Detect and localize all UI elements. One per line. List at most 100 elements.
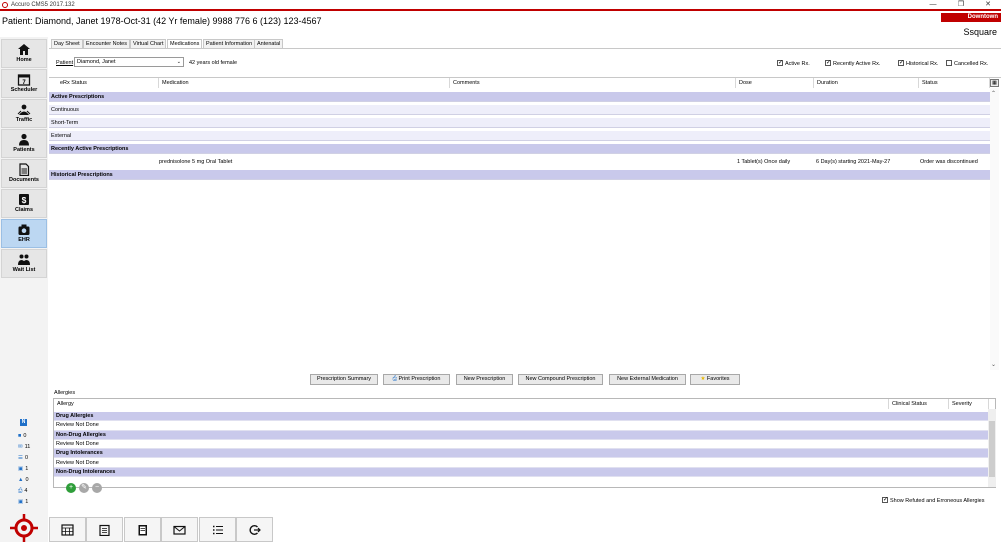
bottom-toolbar [49, 517, 275, 542]
show-refuted-allergies[interactable]: Show Refuted and Erroneous Allergies [882, 496, 985, 504]
allergies-section-label: Allergies [54, 390, 76, 396]
column-chooser-icon[interactable]: ▦ [990, 79, 999, 87]
minimize-icon[interactable]: — [920, 0, 946, 10]
stat-chat[interactable]: ▣ 1 [18, 499, 28, 505]
messages-button[interactable] [161, 517, 198, 542]
new-compound-prescription-button[interactable]: New Compound Prescription [518, 374, 603, 385]
accuro-logo [10, 514, 38, 542]
stat-value: 0 [25, 477, 29, 483]
document-icon: ▣ [18, 466, 24, 472]
scrollbar-thumb[interactable] [989, 421, 995, 477]
prescriptions-scrollbar[interactable]: ⌃ ⌄ [990, 88, 999, 370]
checklist-button[interactable] [199, 517, 236, 542]
nav-ehr[interactable]: EHR [1, 219, 47, 248]
remove-allergy-icon[interactable]: − [92, 483, 102, 493]
patient-banner: Patient: Diamond, Janet 1978-Oct-31 (42 … [2, 16, 322, 26]
group-active-prescriptions[interactable]: Active Prescriptions [49, 92, 990, 102]
nav-label: Traffic [15, 117, 33, 123]
nav-documents[interactable]: Documents [1, 159, 47, 188]
checkbox[interactable] [777, 59, 783, 66]
filter-active-rx[interactable]: Active Rx. [777, 59, 810, 67]
clipboard-button[interactable] [86, 517, 123, 542]
allergies-scrollbar[interactable] [988, 409, 996, 487]
add-allergy-icon[interactable]: + [66, 483, 76, 493]
stat-list[interactable]: ☰ 0 [18, 455, 28, 461]
filter-recently-active-rx[interactable]: Recently Active Rx. [825, 59, 880, 67]
calendar-grid-icon [61, 524, 74, 536]
group-historical-prescriptions[interactable]: Historical Prescriptions [49, 170, 990, 180]
stat-lab[interactable]: ▲ 0 [18, 477, 29, 483]
group-continuous[interactable]: Continuous [49, 105, 990, 115]
checkbox[interactable] [898, 59, 904, 66]
lab-icon: ▲ [18, 477, 24, 483]
calendar-grid-button[interactable] [49, 517, 86, 542]
camera-icon [18, 224, 30, 235]
stat-value: 1 [25, 499, 29, 505]
document-icon [19, 163, 30, 176]
restore-icon[interactable]: ❒ [948, 0, 974, 10]
checkbox[interactable] [882, 496, 888, 503]
nav-scheduler[interactable]: 7 Scheduler [1, 69, 47, 98]
stat-documents[interactable]: ▣ 1 [18, 466, 28, 472]
nav-home[interactable]: Home [1, 39, 47, 68]
button-label: Favorites [706, 376, 730, 382]
current-user: Ssquare [963, 27, 997, 37]
allergies-grid: Allergy Clinical Status Severity Drug Al… [53, 398, 996, 488]
allergy-group-drug-intolerances[interactable]: Drug Intolerances [54, 449, 988, 459]
allergy-review-status[interactable]: Review Not Done [54, 421, 988, 431]
favorites-button[interactable]: ★ Favorites [690, 374, 740, 385]
checkbox-label: Show Refuted and Erroneous Allergies [890, 498, 985, 504]
allergy-group-non-drug-allergies[interactable]: Non-Drug Allergies [54, 430, 988, 440]
column-header-comments[interactable]: Comments [450, 78, 736, 88]
clipboard-icon [99, 524, 110, 536]
chevron-down-icon: ⌄ [176, 59, 181, 65]
patient-select[interactable]: Diamond, Janet ⌄ [74, 57, 184, 67]
notebook-icon [138, 525, 147, 536]
filter-cancelled-rx[interactable]: Cancelled Rx. [946, 60, 988, 67]
allergy-group-drug-allergies[interactable]: Drug Allergies [54, 412, 988, 422]
stat-tasks[interactable]: ■ 0 [18, 433, 26, 439]
scroll-down-icon[interactable]: ⌄ [991, 361, 996, 368]
new-external-medication-button[interactable]: New External Medication [609, 374, 686, 385]
column-header-severity[interactable]: Severity [949, 399, 989, 409]
allergy-review-status[interactable]: Review Not Done [54, 458, 988, 468]
nav-claims[interactable]: $ Claims [1, 189, 47, 218]
column-header-medication[interactable]: Medication [159, 78, 450, 88]
prescription-row[interactable]: prednisolone 5 mg Oral Tablet 1 Tablet(s… [49, 157, 990, 167]
dollar-icon: $ [19, 194, 29, 205]
checkbox[interactable] [946, 60, 952, 66]
column-header-status[interactable]: Status [919, 78, 990, 88]
checkbox[interactable] [825, 59, 831, 66]
stat-printer[interactable]: ⎙ 4 [18, 488, 27, 495]
stat-mail[interactable]: ✉ 11 [18, 444, 30, 450]
button-label: Print Prescription [398, 376, 441, 382]
scroll-up-icon[interactable]: ⌃ [991, 90, 996, 97]
printer-icon: ⎙ [18, 488, 23, 494]
column-header-erx-status[interactable]: eRx Status [49, 78, 159, 88]
column-header-duration[interactable]: Duration [814, 78, 919, 88]
allergy-review-status[interactable]: Review Not Done [54, 439, 988, 450]
accuro-app-icon [2, 2, 8, 8]
group-external[interactable]: External [49, 131, 990, 141]
prescription-summary-button[interactable]: Prescription Summary [310, 374, 378, 385]
column-header-clinical-status[interactable]: Clinical Status [889, 399, 949, 409]
close-icon[interactable]: ✕ [975, 0, 1001, 10]
new-prescription-button[interactable]: New Prescription [456, 374, 513, 385]
column-header-dose[interactable]: Dose [736, 78, 814, 88]
window-title: Accuro CMS5 2017.132 [11, 2, 75, 8]
nav-wait-list[interactable]: Wait List [1, 249, 47, 278]
logout-button[interactable] [236, 517, 273, 542]
group-short-term[interactable]: Short-Term [49, 118, 990, 128]
notifications-icon[interactable]: N [20, 419, 27, 426]
location-badge[interactable]: Downtown [941, 13, 1001, 22]
nav-patients[interactable]: Patients [1, 129, 47, 158]
group-recently-active-prescriptions[interactable]: Recently Active Prescriptions [49, 144, 990, 154]
notebook-button[interactable] [124, 517, 161, 542]
allergy-group-non-drug-intolerances[interactable]: Non-Drug Intolerances [54, 467, 988, 478]
edit-allergy-icon[interactable]: ✎ [79, 483, 89, 493]
filter-historical-rx[interactable]: Historical Rx. [898, 59, 938, 67]
column-header-allergy[interactable]: Allergy [54, 399, 889, 409]
print-prescription-button[interactable]: ⎙ Print Prescription [383, 374, 450, 385]
nav-traffic[interactable]: Traffic [1, 99, 47, 128]
nav-label: Scheduler [10, 87, 38, 93]
